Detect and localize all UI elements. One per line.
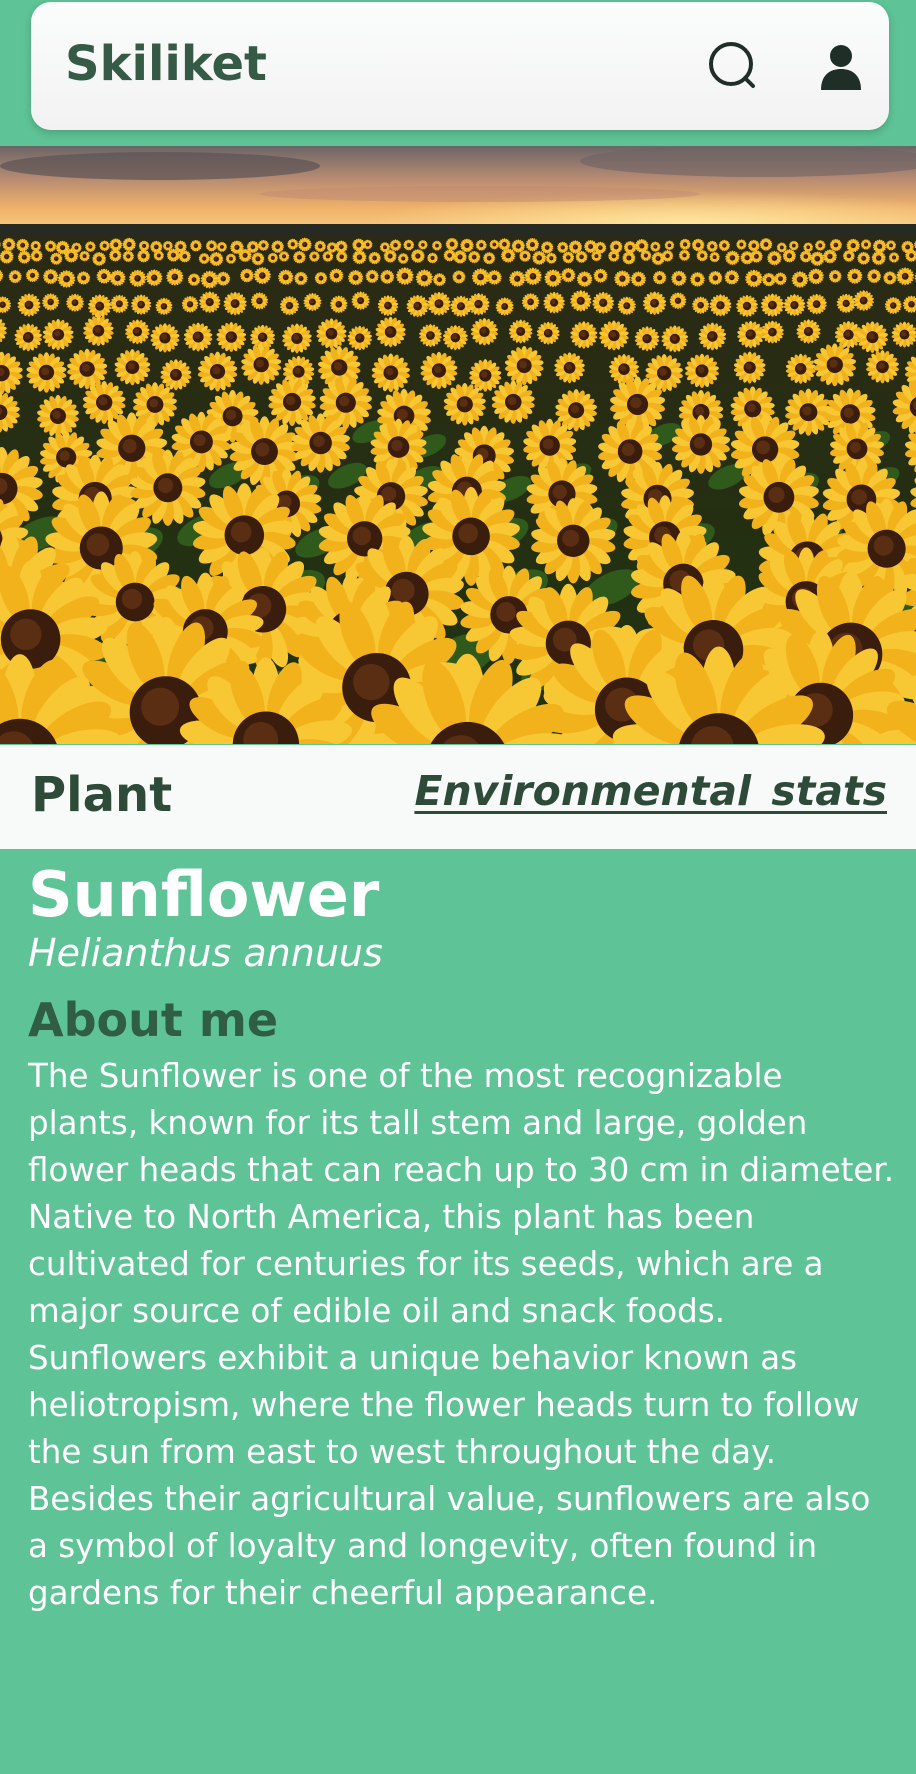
app-header: Skiliket [31, 2, 889, 130]
user-icon[interactable] [813, 38, 869, 94]
plant-detail-screen: Skiliket Plant Environmental stats Sunfl… [0, 0, 916, 1774]
plant-scientific-name: Helianthus annuus [28, 931, 383, 976]
search-icon[interactable] [705, 38, 761, 94]
about-description: The Sunflower is one of the most recogni… [28, 1057, 895, 1613]
section-tabs: Plant Environmental stats [0, 745, 916, 849]
app-title: Skiliket [65, 36, 267, 92]
plant-common-name: Sunflower [28, 858, 380, 931]
tab-plant[interactable]: Plant [31, 771, 172, 819]
sunflower-field-image [0, 146, 916, 744]
plant-info: Sunflower Helianthus annuus About me The… [28, 862, 898, 1617]
about-heading: About me [28, 992, 279, 1047]
tab-environmental-stats[interactable]: Environmental stats [414, 771, 887, 812]
